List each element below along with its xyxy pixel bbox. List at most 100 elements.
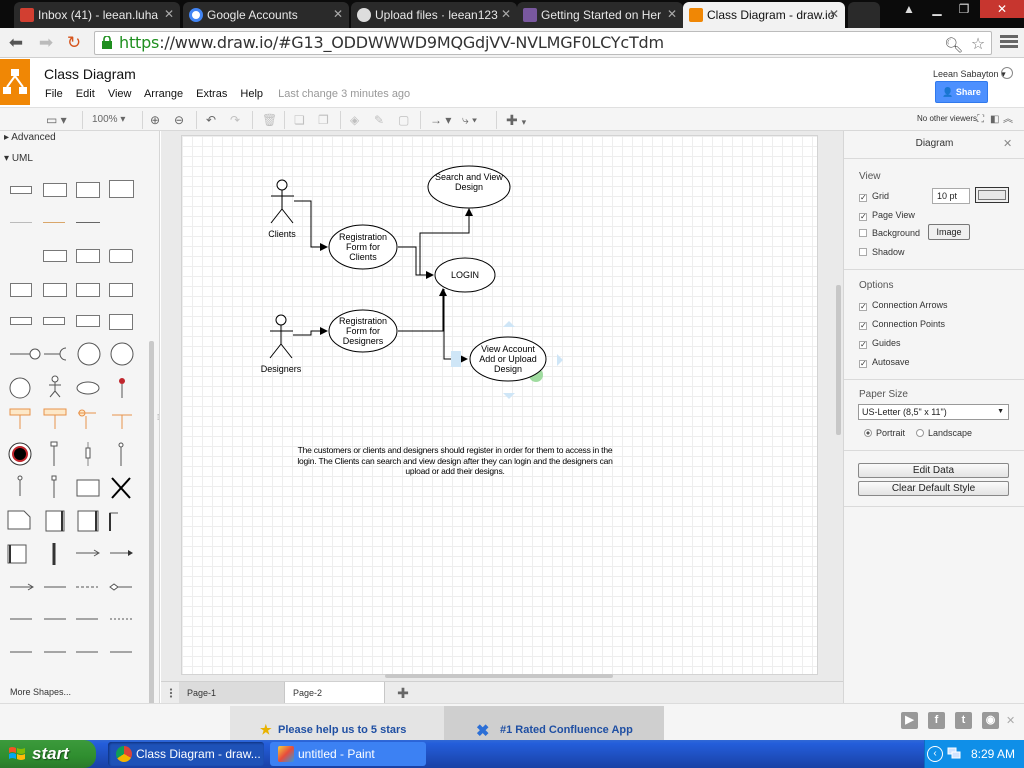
address-bar[interactable]: https://www.draw.io/#G13_ODDWWWD9MQGdjVV… — [94, 31, 992, 55]
uml-object-shape[interactable] — [109, 283, 133, 297]
tab-page-2[interactable]: Page-2 — [285, 682, 385, 704]
browser-tab-gmail[interactable]: Inbox (41) - leean.luha ✕ — [14, 2, 180, 28]
to-front-icon[interactable]: ❏ — [294, 112, 305, 128]
last-change-status[interactable]: Last change 3 minutes ago — [278, 88, 410, 100]
close-tab-icon[interactable]: ✕ — [667, 7, 677, 21]
shadow-option[interactable]: Shadow — [859, 246, 905, 258]
waypoints-icon[interactable]: ⤷ ▾ — [462, 112, 477, 128]
zoom-dropdown[interactable]: 100% ▾ — [92, 112, 125, 128]
back-icon[interactable]: ⬅ — [6, 33, 26, 53]
collapse-icon[interactable]: ︽ — [1003, 112, 1013, 128]
close-tab-icon[interactable]: ✕ — [501, 7, 511, 21]
browser-tab-drawio[interactable]: Class Diagram - draw.io ✕ — [683, 2, 845, 28]
uml-title-shape[interactable] — [10, 253, 32, 261]
fill-color-icon[interactable]: ◈ — [350, 112, 359, 128]
close-tab-icon[interactable]: ✕ — [164, 7, 174, 21]
uml-method-shape[interactable] — [43, 222, 65, 223]
fullscreen-icon[interactable]: ⛶ — [977, 112, 984, 128]
grid-color-button[interactable] — [975, 187, 1009, 203]
sidebar-scrollbar[interactable] — [149, 341, 154, 703]
page-view-checkbox[interactable]: ✓ — [859, 213, 867, 221]
uml-note-shape[interactable] — [76, 315, 100, 327]
toggle-panel-icon[interactable]: ◧ — [990, 112, 999, 128]
uml-class-attributes-shape[interactable] — [76, 182, 100, 198]
rate-us-banner[interactable]: ★ Please help us to 5 stars — [230, 706, 444, 741]
taskbar-item-chrome[interactable]: Class Diagram - draw... — [108, 742, 264, 766]
uml-package-2-shape[interactable] — [43, 283, 67, 297]
search-icon[interactable]: 🔍︎ — [944, 34, 963, 56]
edge-registration-login[interactable] — [398, 246, 434, 279]
format-panel-toggle-icon[interactable]: ▭ ▾ — [46, 112, 67, 128]
grid-size-input[interactable]: 10 pt — [932, 188, 970, 204]
canvas-horizontal-scrollbar[interactable] — [385, 674, 613, 678]
shadow-icon[interactable]: ▢ — [398, 112, 409, 128]
uml-component-shape[interactable] — [43, 250, 67, 262]
diagram-canvas[interactable]: Clients Designers Search and View Design… — [161, 131, 843, 681]
portrait-radio[interactable] — [864, 429, 872, 437]
user-icon[interactable]: ▲ — [896, 0, 922, 18]
show-hidden-icons-icon[interactable]: ‹ — [927, 746, 943, 762]
autosave-option[interactable]: ✓ Autosave — [859, 356, 910, 368]
start-button[interactable]: start — [0, 740, 96, 768]
background-image-button[interactable]: Image — [928, 224, 970, 240]
more-shapes-link[interactable]: More Shapes... — [10, 687, 71, 697]
menu-help[interactable]: Help — [240, 88, 263, 100]
to-back-icon[interactable]: ❐ — [318, 112, 329, 128]
connection-style-icon[interactable]: → ▾ — [430, 112, 451, 128]
user-name[interactable]: Leean Sabayton ▾ — [933, 69, 1006, 80]
facebook-icon[interactable]: f — [928, 712, 945, 729]
edge-designers-login[interactable] — [398, 288, 447, 332]
zoom-out-icon[interactable]: ⊖ — [174, 112, 184, 128]
chrome-menu-icon[interactable] — [1000, 33, 1018, 53]
tab-page-1[interactable]: Page-1 — [179, 682, 285, 704]
window-close-icon[interactable]: ✕ — [980, 0, 1024, 18]
landscape-radio[interactable] — [916, 429, 924, 437]
browser-tab-google-accounts[interactable]: Google Accounts ✕ — [183, 2, 349, 28]
undo-icon[interactable]: ↶ — [206, 112, 216, 128]
uml-collaboration-shape[interactable] — [109, 314, 133, 330]
menu-arrange[interactable]: Arrange — [144, 88, 183, 100]
menu-view[interactable]: View — [108, 88, 132, 100]
connection-points-checkbox[interactable]: ✓ — [859, 322, 867, 330]
reload-icon[interactable]: ↻ — [64, 33, 84, 53]
canvas-vertical-scrollbar[interactable] — [836, 285, 841, 435]
portrait-option[interactable]: Portrait — [864, 427, 905, 439]
bookmark-star-icon[interactable]: ☆ — [971, 33, 985, 55]
menu-edit[interactable]: Edit — [76, 88, 95, 100]
share-button[interactable]: 👤 Share — [935, 81, 988, 103]
uml-class-methods-shape[interactable] — [109, 180, 134, 198]
zoom-in-icon[interactable]: ⊕ — [150, 112, 160, 128]
close-ad-icon[interactable]: ✕ — [1006, 714, 1015, 727]
menu-file[interactable]: File — [45, 88, 63, 100]
actor-clients[interactable] — [270, 179, 294, 224]
line-color-icon[interactable]: ✎ — [374, 112, 384, 128]
uml-message-shapes[interactable] — [6, 541, 138, 671]
browser-tab-github[interactable]: Upload files · leean123 ✕ — [351, 2, 517, 28]
taskbar-item-paint[interactable]: untitled - Paint — [270, 742, 426, 766]
clock[interactable]: 8:29 AM — [971, 740, 1015, 768]
uml-fragment-shapes[interactable] — [6, 507, 138, 543]
twitter-icon[interactable]: t — [955, 712, 972, 729]
edit-data-button[interactable]: Edit Data — [858, 463, 1009, 478]
uml-class-shape[interactable] — [10, 186, 32, 194]
redo-icon[interactable]: ↷ — [230, 112, 240, 128]
browser-tab-heroku[interactable]: Getting Started on Her ✕ — [517, 2, 683, 28]
landscape-option[interactable]: Landscape — [916, 427, 972, 439]
page-view-option[interactable]: ✓ Page View — [859, 209, 915, 221]
uml-object-2-shape[interactable] — [10, 317, 32, 325]
document-title[interactable]: Class Diagram — [44, 66, 136, 82]
close-tab-icon[interactable]: ✕ — [829, 7, 839, 21]
insert-icon[interactable]: ✚ ▾ — [506, 112, 526, 128]
sidebar-section-advanced[interactable]: ▸ Advanced — [4, 132, 56, 143]
network-icon[interactable] — [947, 747, 961, 759]
edge-login-view-account[interactable] — [443, 289, 468, 363]
uml-object-3-shape[interactable] — [43, 317, 65, 325]
forward-icon[interactable]: ➡ — [36, 33, 56, 53]
github-icon[interactable]: ◉ — [982, 712, 999, 729]
delete-icon[interactable]: 🗑︎ — [262, 112, 277, 128]
connection-arrows-checkbox[interactable]: ✓ — [859, 303, 867, 311]
close-tab-icon[interactable]: ✕ — [333, 7, 343, 21]
edge-designers-registration[interactable] — [293, 327, 328, 336]
diagram-note-text[interactable]: The customers or clients and designers s… — [265, 445, 645, 477]
uml-class-2-shape[interactable] — [43, 183, 67, 197]
